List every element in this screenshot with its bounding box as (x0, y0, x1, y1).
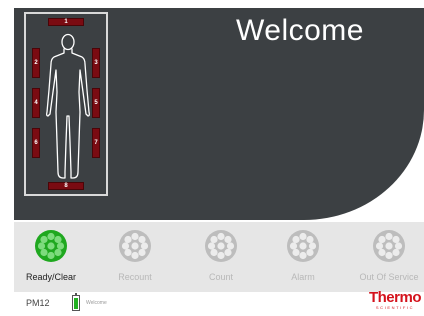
brand-logo-main: Thermo (368, 289, 422, 306)
brand-logo-sub: SCIENTIFIC (375, 305, 415, 310)
status-recount[interactable]: Recount (100, 230, 170, 282)
status-label-ready-clear: Ready/Clear (25, 272, 77, 282)
device-id: PM12 (26, 298, 50, 308)
status-label-recount: Recount (118, 272, 152, 282)
status-label-out-of-service: Out Of Service (359, 272, 419, 282)
status-ready-clear[interactable]: Ready/Clear (16, 230, 86, 282)
sensor-4: 4 (32, 88, 40, 118)
status-label-count: Count (208, 272, 234, 282)
status-out-of-service[interactable]: Out Of Service (354, 230, 424, 282)
battery-level (74, 298, 78, 309)
recount-light-icon (119, 230, 151, 262)
status-count[interactable]: Count (186, 230, 256, 282)
battery-cap (75, 293, 77, 295)
out-of-service-light-icon (373, 230, 405, 262)
count-light-icon (205, 230, 237, 262)
sensor-6: 6 (32, 128, 40, 158)
welcome-title: Welcome (236, 14, 364, 47)
battery-icon (72, 293, 80, 311)
sensor-2: 2 (32, 48, 40, 78)
human-figure-icon (46, 33, 90, 179)
brand-logo: Thermo SCIENTIFIC (366, 290, 424, 316)
status-label-alarm: Alarm (291, 272, 315, 282)
body-sensor-diagram: 1 2 3 4 5 6 7 8 (24, 12, 108, 196)
footer-status-text: Welcome (86, 300, 107, 306)
status-alarm[interactable]: Alarm (268, 230, 338, 282)
sensor-8: 8 (48, 182, 84, 190)
alarm-light-icon (287, 230, 319, 262)
ready-light-icon (35, 230, 67, 262)
sensor-1: 1 (48, 18, 84, 26)
monitor-screen: Welcome 1 2 3 4 5 6 7 8 Ready/Clear Reco… (0, 0, 424, 316)
